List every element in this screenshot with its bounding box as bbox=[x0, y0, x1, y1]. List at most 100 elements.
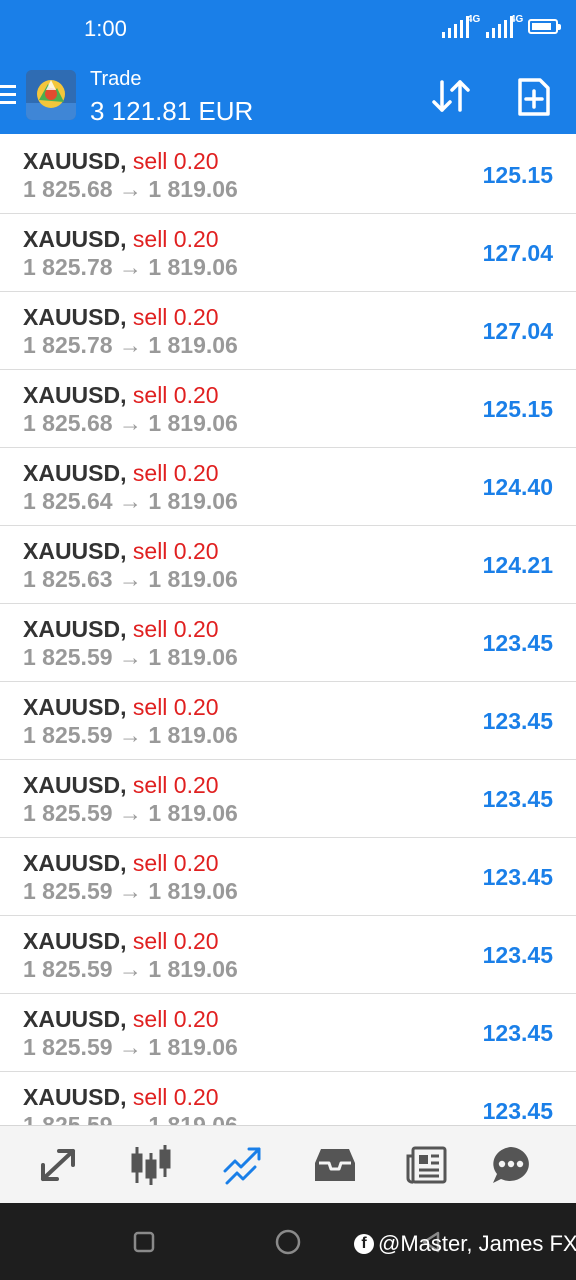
open-price: 1 825.59 bbox=[23, 722, 113, 748]
trade-symbol-line: XAUUSD, sell 0.20 bbox=[23, 226, 219, 253]
arrow-right-icon: → bbox=[118, 488, 142, 514]
page-title: Trade bbox=[90, 68, 142, 90]
trade-symbol-line: XAUUSD, sell 0.20 bbox=[23, 304, 219, 331]
document-plus-icon bbox=[518, 78, 550, 116]
trade-prices: 1 825.59 → 1 819.06 bbox=[23, 878, 238, 905]
trade-side-volume: sell 0.20 bbox=[132, 382, 219, 408]
metatrader-logo-icon bbox=[26, 70, 76, 120]
trade-row[interactable]: XAUUSD, sell 0.20 1 825.59 → 1 819.06 123.… bbox=[0, 682, 576, 760]
trade-row[interactable]: XAUUSD, sell 0.20 1 825.59 → 1 819.06 123.… bbox=[0, 994, 576, 1072]
trade-profit: 125.15 bbox=[482, 396, 553, 422]
trade-row[interactable]: XAUUSD, sell 0.20 1 825.68 → 1 819.06 125.… bbox=[0, 370, 576, 448]
trade-symbol-line: XAUUSD, sell 0.20 bbox=[23, 928, 219, 955]
trade-side-volume: sell 0.20 bbox=[132, 772, 219, 798]
news-icon bbox=[406, 1146, 447, 1184]
trade-row[interactable]: XAUUSD, sell 0.20 1 825.63 → 1 819.06 124.… bbox=[0, 526, 576, 604]
trade-side-volume: sell 0.20 bbox=[132, 850, 219, 876]
current-price: 1 819.06 bbox=[148, 956, 238, 982]
trade-prices: 1 825.59 → 1 819.06 bbox=[23, 644, 238, 671]
trade-prices: 1 825.64 → 1 819.06 bbox=[23, 488, 238, 515]
current-price: 1 819.06 bbox=[148, 254, 238, 280]
nav-news[interactable] bbox=[402, 1140, 452, 1190]
arrow-right-icon: → bbox=[118, 332, 142, 358]
recent-apps-button[interactable] bbox=[133, 1231, 155, 1258]
trade-side-volume: sell 0.20 bbox=[132, 928, 219, 954]
trade-row[interactable]: XAUUSD, sell 0.20 1 825.68 → 1 819.06 125.… bbox=[0, 136, 576, 214]
open-price: 1 825.59 bbox=[23, 878, 113, 904]
trade-symbol: XAUUSD, bbox=[23, 694, 127, 720]
trade-profit: 123.45 bbox=[482, 708, 553, 734]
trade-prices: 1 825.63 → 1 819.06 bbox=[23, 566, 238, 593]
open-price: 1 825.68 bbox=[23, 176, 113, 202]
trade-symbol: XAUUSD, bbox=[23, 850, 127, 876]
trade-row[interactable]: XAUUSD, sell 0.20 1 825.78 → 1 819.06 127.… bbox=[0, 214, 576, 292]
trade-profit: 123.45 bbox=[482, 1020, 553, 1046]
network-type-label: 4G bbox=[510, 14, 524, 25]
trade-side-volume: sell 0.20 bbox=[132, 226, 219, 252]
nav-history[interactable] bbox=[310, 1140, 360, 1190]
trade-side-volume: sell 0.20 bbox=[132, 616, 219, 642]
current-price: 1 819.06 bbox=[148, 332, 238, 358]
trade-prices: 1 825.68 → 1 819.06 bbox=[23, 410, 238, 437]
open-price: 1 825.64 bbox=[23, 488, 113, 514]
current-price: 1 819.06 bbox=[148, 1034, 238, 1060]
trade-symbol-line: XAUUSD, sell 0.20 bbox=[23, 382, 219, 409]
status-bar: 1:00 4G 4G bbox=[0, 0, 576, 60]
battery-level bbox=[532, 23, 551, 30]
open-price: 1 825.59 bbox=[23, 1112, 113, 1125]
trade-symbol-line: XAUUSD, sell 0.20 bbox=[23, 850, 219, 877]
nav-trade[interactable] bbox=[218, 1140, 268, 1190]
current-price: 1 819.06 bbox=[148, 410, 238, 436]
trade-row[interactable]: XAUUSD, sell 0.20 1 825.64 → 1 819.06 124.… bbox=[0, 448, 576, 526]
trade-symbol: XAUUSD, bbox=[23, 460, 127, 486]
chart-candlestick-icon bbox=[131, 1145, 171, 1185]
nav-quotes[interactable] bbox=[34, 1140, 84, 1190]
menu-icon[interactable] bbox=[0, 85, 16, 107]
trade-row[interactable]: XAUUSD, sell 0.20 1 825.59 → 1 819.06 123.… bbox=[0, 916, 576, 994]
trade-symbol: XAUUSD, bbox=[23, 382, 127, 408]
trade-profit: 123.45 bbox=[482, 630, 553, 656]
signal-strength-icon bbox=[442, 14, 469, 38]
sort-button[interactable] bbox=[430, 76, 474, 116]
trade-profit: 127.04 bbox=[482, 240, 553, 266]
trade-profit: 123.45 bbox=[482, 1098, 553, 1124]
trade-prices: 1 825.78 → 1 819.06 bbox=[23, 332, 238, 359]
trade-row[interactable]: XAUUSD, sell 0.20 1 825.59 → 1 819.06 123.… bbox=[0, 1072, 576, 1125]
open-price: 1 825.59 bbox=[23, 1034, 113, 1060]
network-type-label: 4G bbox=[467, 14, 481, 25]
arrow-right-icon: → bbox=[118, 722, 142, 748]
app-header: 1:00 4G 4G Trade 3 121.81 EUR bbox=[0, 0, 576, 134]
nav-messages[interactable] bbox=[486, 1140, 536, 1190]
nav-chart[interactable] bbox=[126, 1140, 176, 1190]
trade-side-volume: sell 0.20 bbox=[132, 304, 219, 330]
trade-prices: 1 825.59 → 1 819.06 bbox=[23, 722, 238, 749]
current-price: 1 819.06 bbox=[148, 176, 238, 202]
trade-symbol-line: XAUUSD, sell 0.20 bbox=[23, 1006, 219, 1033]
arrow-right-icon: → bbox=[118, 644, 142, 670]
trade-symbol: XAUUSD, bbox=[23, 1006, 127, 1032]
arrow-right-icon: → bbox=[118, 566, 142, 592]
trade-prices: 1 825.59 → 1 819.06 bbox=[23, 800, 238, 827]
signal-strength-icon bbox=[486, 14, 513, 38]
trade-symbol: XAUUSD, bbox=[23, 1084, 127, 1110]
current-price: 1 819.06 bbox=[148, 566, 238, 592]
open-price: 1 825.63 bbox=[23, 566, 113, 592]
trade-row[interactable]: XAUUSD, sell 0.20 1 825.59 → 1 819.06 123.… bbox=[0, 604, 576, 682]
trade-symbol-line: XAUUSD, sell 0.20 bbox=[23, 538, 219, 565]
trade-row[interactable]: XAUUSD, sell 0.20 1 825.78 → 1 819.06 127.… bbox=[0, 292, 576, 370]
current-price: 1 819.06 bbox=[148, 722, 238, 748]
square-icon bbox=[133, 1231, 155, 1253]
arrow-right-icon: → bbox=[118, 800, 142, 826]
trade-prices: 1 825.59 → 1 819.06 bbox=[23, 1034, 238, 1061]
trade-side-volume: sell 0.20 bbox=[132, 148, 219, 174]
trade-row[interactable]: XAUUSD, sell 0.20 1 825.59 → 1 819.06 123.… bbox=[0, 838, 576, 916]
arrow-right-icon: → bbox=[118, 254, 142, 280]
trade-row[interactable]: XAUUSD, sell 0.20 1 825.59 → 1 819.06 123.… bbox=[0, 760, 576, 838]
history-inbox-icon bbox=[315, 1149, 355, 1181]
home-button[interactable] bbox=[275, 1229, 301, 1260]
trade-symbol: XAUUSD, bbox=[23, 148, 127, 174]
trade-side-volume: sell 0.20 bbox=[132, 1006, 219, 1032]
trade-list[interactable]: XAUUSD, sell 0.20 1 825.68 → 1 819.06 125.… bbox=[0, 136, 576, 1125]
trade-symbol: XAUUSD, bbox=[23, 616, 127, 642]
new-order-button[interactable] bbox=[516, 76, 552, 118]
